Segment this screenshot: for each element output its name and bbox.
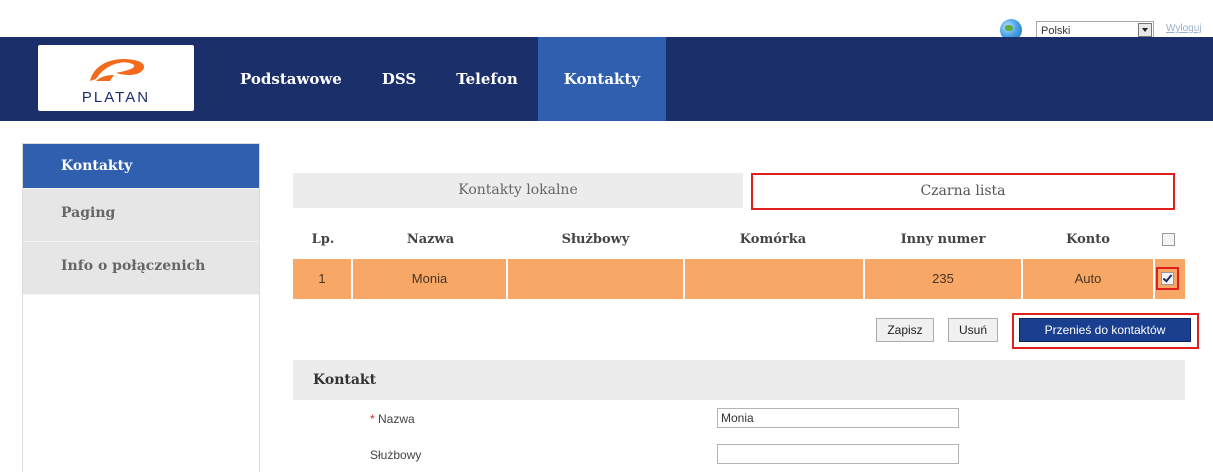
sidebar-item-kontakty[interactable]: Kontakty [23, 144, 259, 189]
name-label-text: Nazwa [378, 412, 415, 426]
nav-telefon[interactable]: Telefon [436, 37, 538, 121]
cell-sluzbowy [508, 259, 685, 299]
table-header: Lp. Nazwa Służbowy Komórka Inny numer Ko… [293, 225, 1185, 259]
platan-logo-mark-icon [90, 59, 145, 81]
col-header-inny-numer: Inny numer [900, 232, 986, 247]
contact-section-title: Kontakt [293, 360, 1185, 400]
nav-podstawowe[interactable]: Podstawowe [220, 37, 362, 121]
cell-lp: 1 [293, 259, 353, 299]
select-all-checkbox[interactable] [1161, 233, 1175, 246]
chevron-down-icon[interactable] [1138, 23, 1152, 37]
nav-kontakty[interactable]: Kontakty [537, 37, 667, 121]
logout-link[interactable]: Wyloguj [1166, 23, 1201, 34]
name-field[interactable]: Monia [717, 408, 959, 428]
col-header-sluzbowy: Służbowy [561, 232, 630, 247]
tab-czarna-lista[interactable]: Czarna lista [751, 173, 1175, 210]
blacklist-table: Lp. Nazwa Służbowy Komórka Inny numer Ko… [293, 225, 1185, 299]
top-header: PLATAN Podstawowe DSS Telefon Kontakty [0, 37, 1213, 121]
table-row[interactable]: 1 Monia 235 Auto [293, 259, 1185, 299]
row-checkbox-highlight [1156, 267, 1179, 290]
logo-text: PLATAN [81, 89, 151, 106]
required-marker: * [370, 412, 375, 426]
row-checkbox[interactable] [1161, 272, 1174, 285]
sidebar: Kontakty Paging Info o połączenich [22, 143, 260, 472]
sidebar-item-paging[interactable]: Paging [23, 189, 259, 242]
cell-inny-numer: 235 [865, 259, 1023, 299]
name-field-label: * Nazwa [370, 412, 415, 426]
select-all-cell [1155, 225, 1181, 259]
work-field-label: Służbowy [370, 448, 422, 462]
move-to-contacts-button[interactable]: Przenieś do kontaktów [1019, 318, 1191, 342]
sidebar-item-info-polaczen[interactable]: Info o połączenich [23, 242, 259, 295]
language-select-value: Polski [1041, 25, 1071, 37]
main-nav: Podstawowe DSS Telefon Kontakty [220, 37, 667, 121]
save-button[interactable]: Zapisz [876, 318, 934, 342]
col-header-konto: Konto [1066, 232, 1110, 247]
col-header-nazwa: Nazwa [406, 232, 455, 247]
col-header-lp: Lp. [311, 232, 335, 247]
work-number-field[interactable] [717, 444, 959, 464]
platan-logo: PLATAN [38, 45, 194, 111]
contact-tabs: Kontakty lokalne Czarna lista [293, 173, 1185, 210]
tab-kontakty-lokalne[interactable]: Kontakty lokalne [293, 173, 743, 208]
delete-button[interactable]: Usuń [948, 318, 998, 342]
cell-nazwa: Monia [353, 259, 508, 299]
nav-dss[interactable]: DSS [362, 37, 436, 121]
cell-konto: Auto [1023, 259, 1155, 299]
col-header-komorka: Komórka [739, 232, 807, 247]
cell-komorka [685, 259, 865, 299]
